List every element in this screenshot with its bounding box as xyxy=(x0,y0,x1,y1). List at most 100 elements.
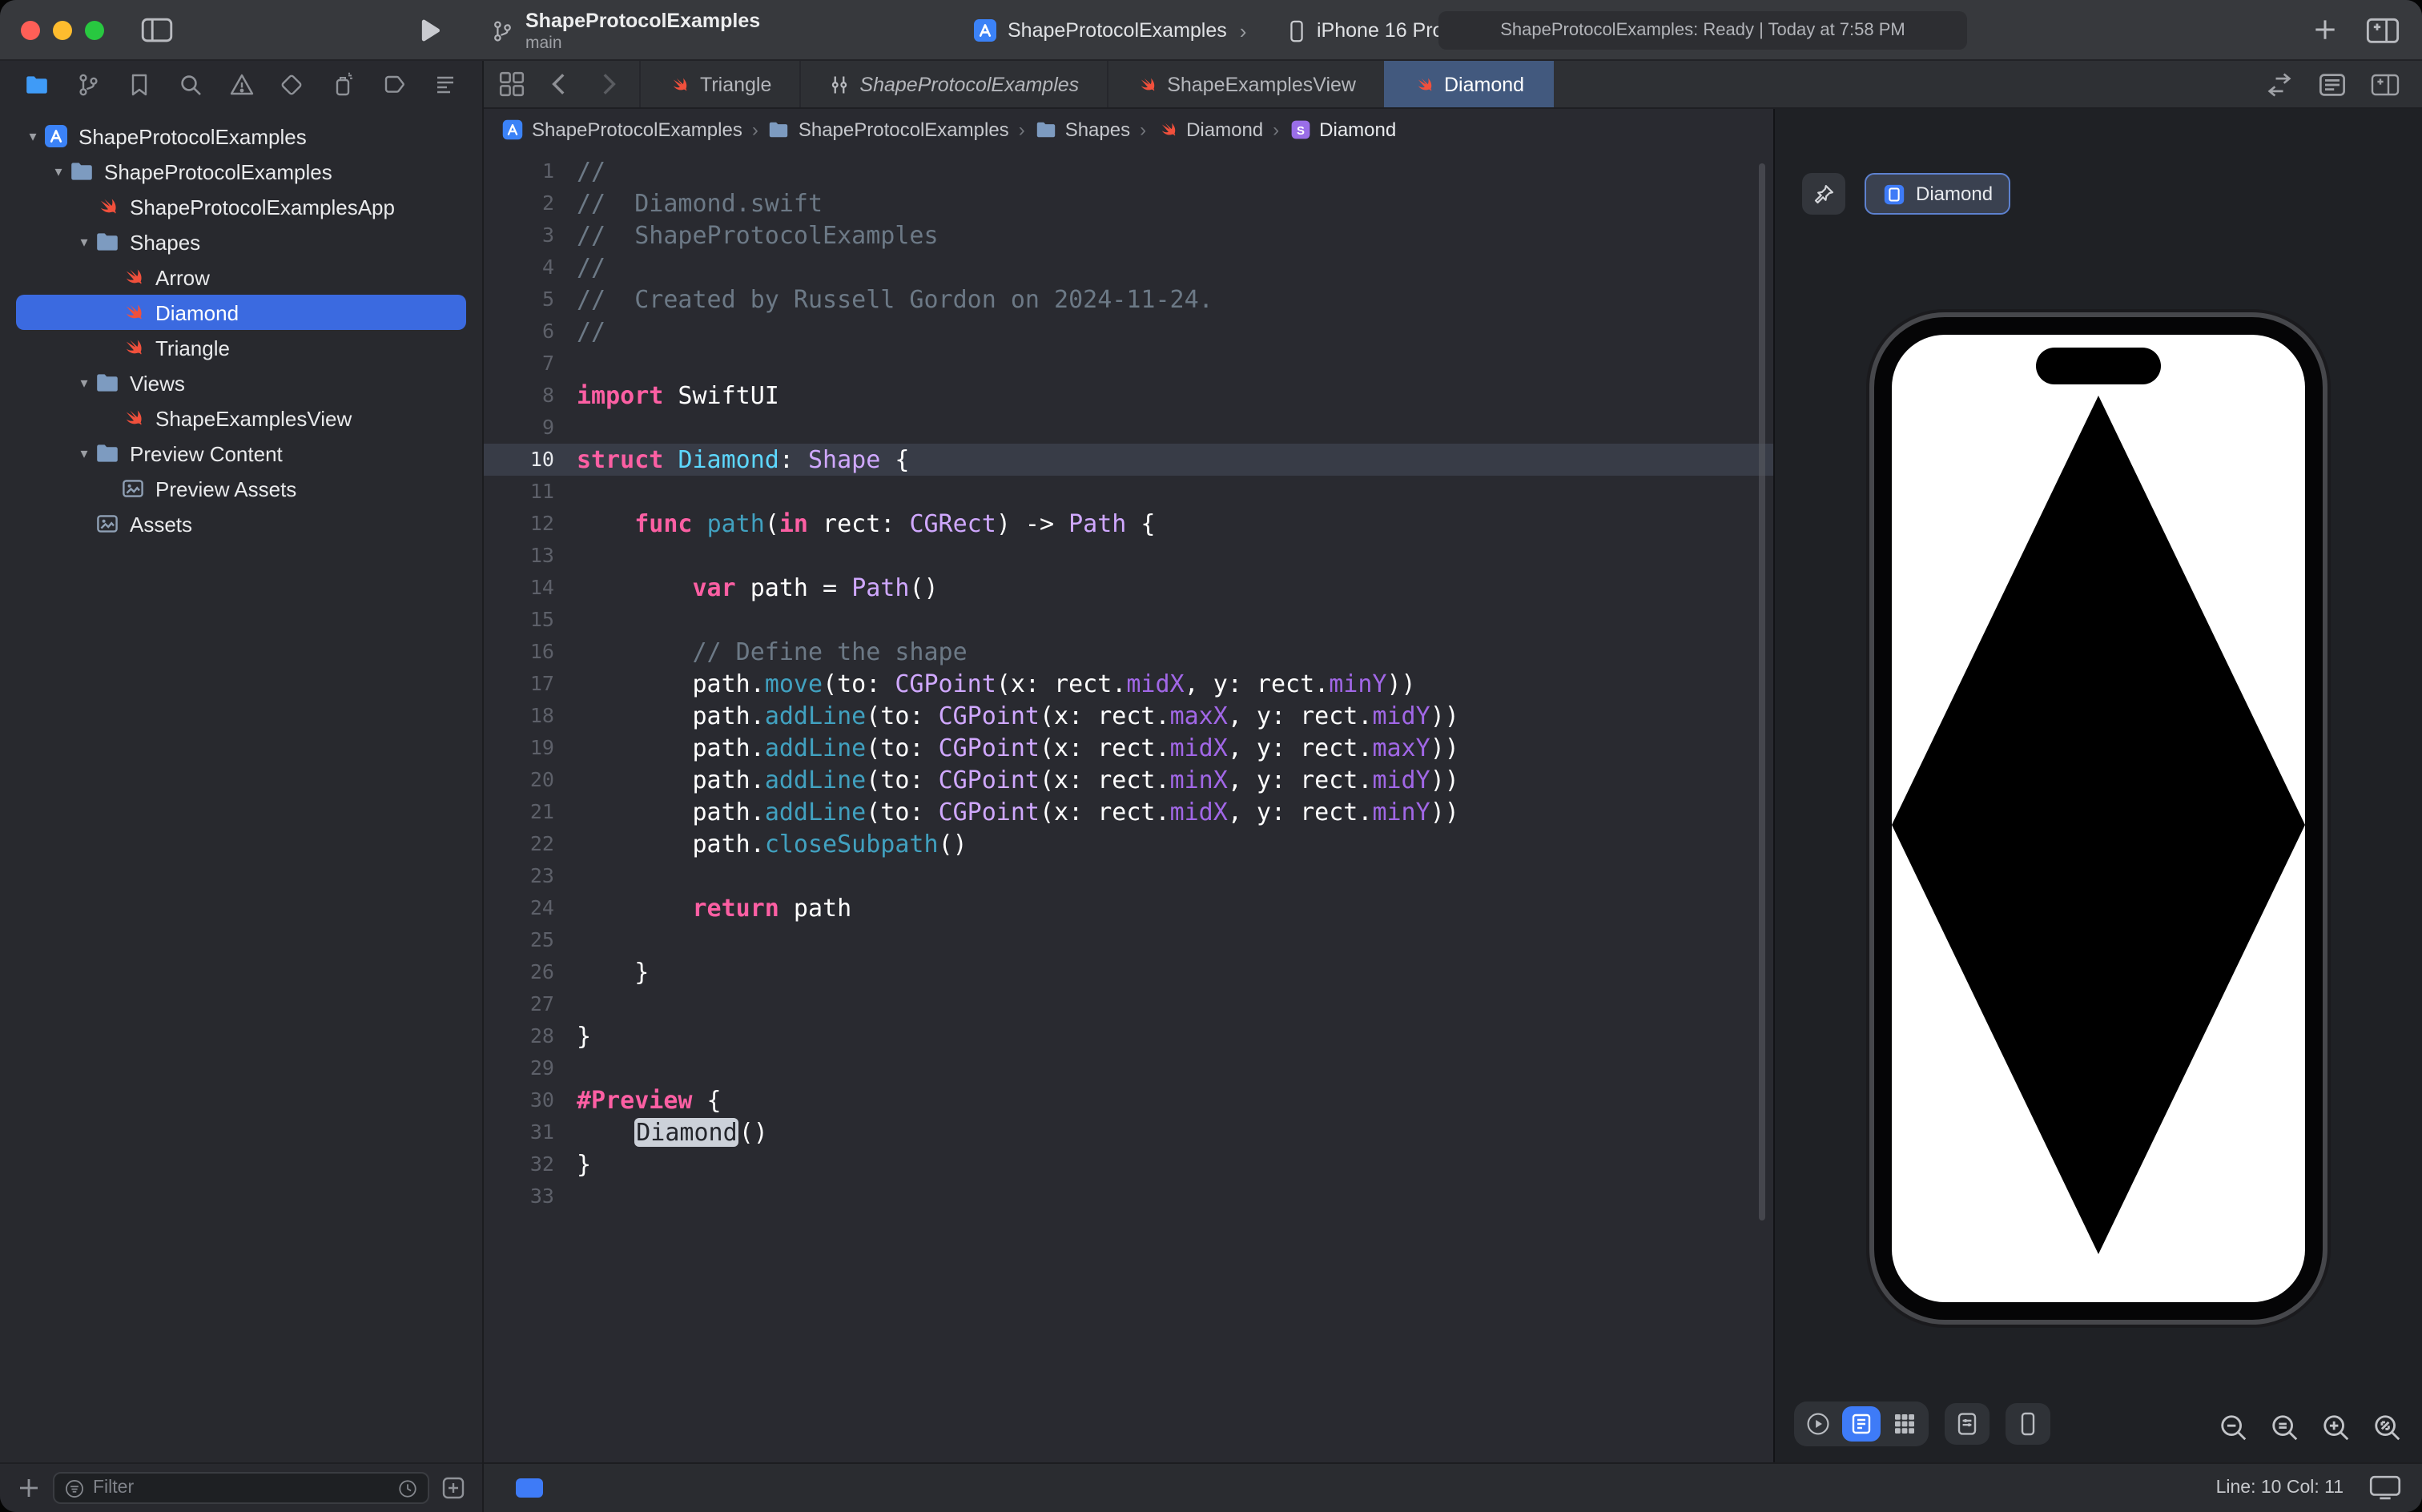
navigator-tests-icon[interactable] xyxy=(276,69,308,101)
add-file-icon[interactable] xyxy=(16,1475,42,1501)
code-line[interactable]: 33 xyxy=(484,1180,1773,1212)
run-destination-selector[interactable]: iPhone 16 Pro xyxy=(1285,14,1443,46)
sidebar-item-arrow[interactable]: Arrow xyxy=(16,259,466,295)
breadcrumb-item-shapeprotocolexamples-0[interactable]: ShapeProtocolExamples xyxy=(501,119,742,141)
code-line[interactable]: 32} xyxy=(484,1148,1773,1180)
code-line[interactable]: 10struct Diamond: Shape { xyxy=(484,444,1773,476)
code-line[interactable]: 15 xyxy=(484,604,1773,636)
code-line[interactable]: 6// xyxy=(484,316,1773,348)
editor-layout-icon[interactable] xyxy=(2366,18,2400,43)
editor-options-icon[interactable] xyxy=(2318,70,2347,99)
filter-field[interactable] xyxy=(53,1472,429,1504)
add-editor-icon[interactable] xyxy=(2371,70,2400,99)
code-line[interactable]: 12 func path(in rect: CGRect) -> Path { xyxy=(484,508,1773,540)
code-area[interactable]: 1//2// Diamond.swift3// ShapeProtocolExa… xyxy=(484,151,1773,1462)
sidebar-item-shapeexamplesview[interactable]: ShapeExamplesView xyxy=(16,400,466,436)
code-line[interactable]: 14 var path = Path() xyxy=(484,572,1773,604)
sidebar-item-shapeprotocolexamples[interactable]: ▾ShapeProtocolExamples xyxy=(16,154,466,189)
tab-shapeprotocolexamples[interactable]: ShapeProtocolExamples xyxy=(799,61,1108,107)
display-icon[interactable] xyxy=(2369,1475,2401,1501)
recents-filter-icon[interactable] xyxy=(397,1478,418,1498)
live-preview-button[interactable] xyxy=(1799,1406,1837,1442)
minimize-button[interactable] xyxy=(53,21,72,40)
selectable-mode-button[interactable] xyxy=(1842,1406,1881,1442)
sidebar-item-shapes[interactable]: ▾Shapes xyxy=(16,224,466,259)
sidebar-item-views[interactable]: ▾Views xyxy=(16,365,466,400)
scm-filter-icon[interactable] xyxy=(441,1475,466,1501)
variants-button[interactable] xyxy=(1885,1406,1924,1442)
code-line[interactable]: 4// xyxy=(484,251,1773,284)
sidebar-item-triangle[interactable]: Triangle xyxy=(16,330,466,365)
breadcrumb-item-diamond-4[interactable]: SDiamond xyxy=(1289,119,1396,141)
disclosure-triangle-icon[interactable]: ▾ xyxy=(74,374,95,392)
disclosure-triangle-icon[interactable]: ▾ xyxy=(74,233,95,251)
code-line[interactable]: 3// ShapeProtocolExamples xyxy=(484,219,1773,251)
pin-preview-button[interactable] xyxy=(1802,173,1845,215)
code-line[interactable]: 30#Preview { xyxy=(484,1084,1773,1116)
sidebar-item-preview-assets[interactable]: Preview Assets xyxy=(16,471,466,506)
tab-overview-icon[interactable] xyxy=(498,70,525,98)
navigator-source-control-icon[interactable] xyxy=(72,69,104,101)
code-line[interactable]: 7 xyxy=(484,348,1773,380)
navigator-bookmarks-icon[interactable] xyxy=(123,69,155,101)
sidebar-item-assets[interactable]: Assets xyxy=(16,506,466,541)
navigator-project-icon[interactable] xyxy=(21,69,53,101)
fullscreen-button[interactable] xyxy=(85,21,104,40)
devices-button[interactable] xyxy=(2006,1403,2050,1445)
code-line[interactable]: 18 path.addLine(to: CGPoint(x: rect.maxX… xyxy=(484,700,1773,732)
code-line[interactable]: 1// xyxy=(484,155,1773,187)
code-line[interactable]: 31 Diamond() xyxy=(484,1116,1773,1148)
sidebar-item-diamond[interactable]: Diamond xyxy=(16,295,466,330)
filter-input[interactable] xyxy=(93,1478,389,1498)
add-tab-icon[interactable] xyxy=(2311,16,2339,43)
scheme-selector[interactable]: ShapeProtocolExamples › xyxy=(972,14,1246,46)
tab-diamond[interactable]: Diamond xyxy=(1383,61,1553,107)
code-line[interactable]: 27 xyxy=(484,988,1773,1020)
back-icon[interactable] xyxy=(546,70,573,98)
zoom-out-icon[interactable] xyxy=(2219,1413,2249,1443)
code-line[interactable]: 9 xyxy=(484,412,1773,444)
code-line[interactable]: 22 path.closeSubpath() xyxy=(484,828,1773,860)
sidebar-toggle-icon[interactable] xyxy=(141,18,173,43)
code-line[interactable]: 21 path.addLine(to: CGPoint(x: rect.midX… xyxy=(484,796,1773,828)
code-line[interactable]: 24 return path xyxy=(484,892,1773,924)
navigator-debug-icon[interactable] xyxy=(328,69,360,101)
zoom-fit-icon[interactable] xyxy=(2372,1413,2403,1443)
code-line[interactable]: 25 xyxy=(484,924,1773,956)
breadcrumb-item-shapeprotocolexamples-1[interactable]: ShapeProtocolExamples xyxy=(768,119,1009,141)
code-line[interactable]: 16 // Define the shape xyxy=(484,636,1773,668)
code-line[interactable]: 11 xyxy=(484,476,1773,508)
sidebar-item-preview-content[interactable]: ▾Preview Content xyxy=(16,436,466,471)
code-line[interactable]: 5// Created by Russell Gordon on 2024-11… xyxy=(484,284,1773,316)
code-line[interactable]: 28} xyxy=(484,1020,1773,1052)
code-line[interactable]: 8import SwiftUI xyxy=(484,380,1773,412)
close-button[interactable] xyxy=(21,21,40,40)
code-line[interactable]: 2// Diamond.swift xyxy=(484,187,1773,219)
device-settings-button[interactable] xyxy=(1945,1403,1990,1445)
tab-triangle[interactable]: Triangle xyxy=(639,61,800,107)
sidebar-item-shapeprotocolexamples[interactable]: ▾ShapeProtocolExamples xyxy=(16,119,466,154)
code-line[interactable]: 23 xyxy=(484,860,1773,892)
zoom-in-icon[interactable] xyxy=(2321,1413,2352,1443)
breadcrumb-item-diamond-3[interactable]: Diamond xyxy=(1156,119,1263,141)
navigator-issues-icon[interactable] xyxy=(225,69,257,101)
tab-shapeexamplesview[interactable]: ShapeExamplesView xyxy=(1106,61,1385,107)
breadcrumb-item-shapes-2[interactable]: Shapes xyxy=(1035,119,1130,141)
forward-icon[interactable] xyxy=(594,70,622,98)
code-line[interactable]: 19 path.addLine(to: CGPoint(x: rect.midX… xyxy=(484,732,1773,764)
code-line[interactable]: 29 xyxy=(484,1052,1773,1084)
run-button[interactable] xyxy=(416,18,442,43)
editor-indicator-icon[interactable] xyxy=(516,1478,543,1498)
preview-tab[interactable]: Diamond xyxy=(1865,173,2010,215)
code-line[interactable]: 26 } xyxy=(484,956,1773,988)
zoom-actual-icon[interactable] xyxy=(2270,1413,2300,1443)
code-review-icon[interactable] xyxy=(2265,70,2294,99)
navigator-breakpoints-icon[interactable] xyxy=(378,69,410,101)
navigator-find-icon[interactable] xyxy=(174,69,206,101)
code-line[interactable]: 13 xyxy=(484,540,1773,572)
disclosure-triangle-icon[interactable]: ▾ xyxy=(74,444,95,462)
editor-scrollbar[interactable] xyxy=(1759,163,1765,1220)
navigator-reports-icon[interactable] xyxy=(429,69,461,101)
code-line[interactable]: 20 path.addLine(to: CGPoint(x: rect.minX… xyxy=(484,764,1773,796)
disclosure-triangle-icon[interactable]: ▾ xyxy=(22,127,43,145)
